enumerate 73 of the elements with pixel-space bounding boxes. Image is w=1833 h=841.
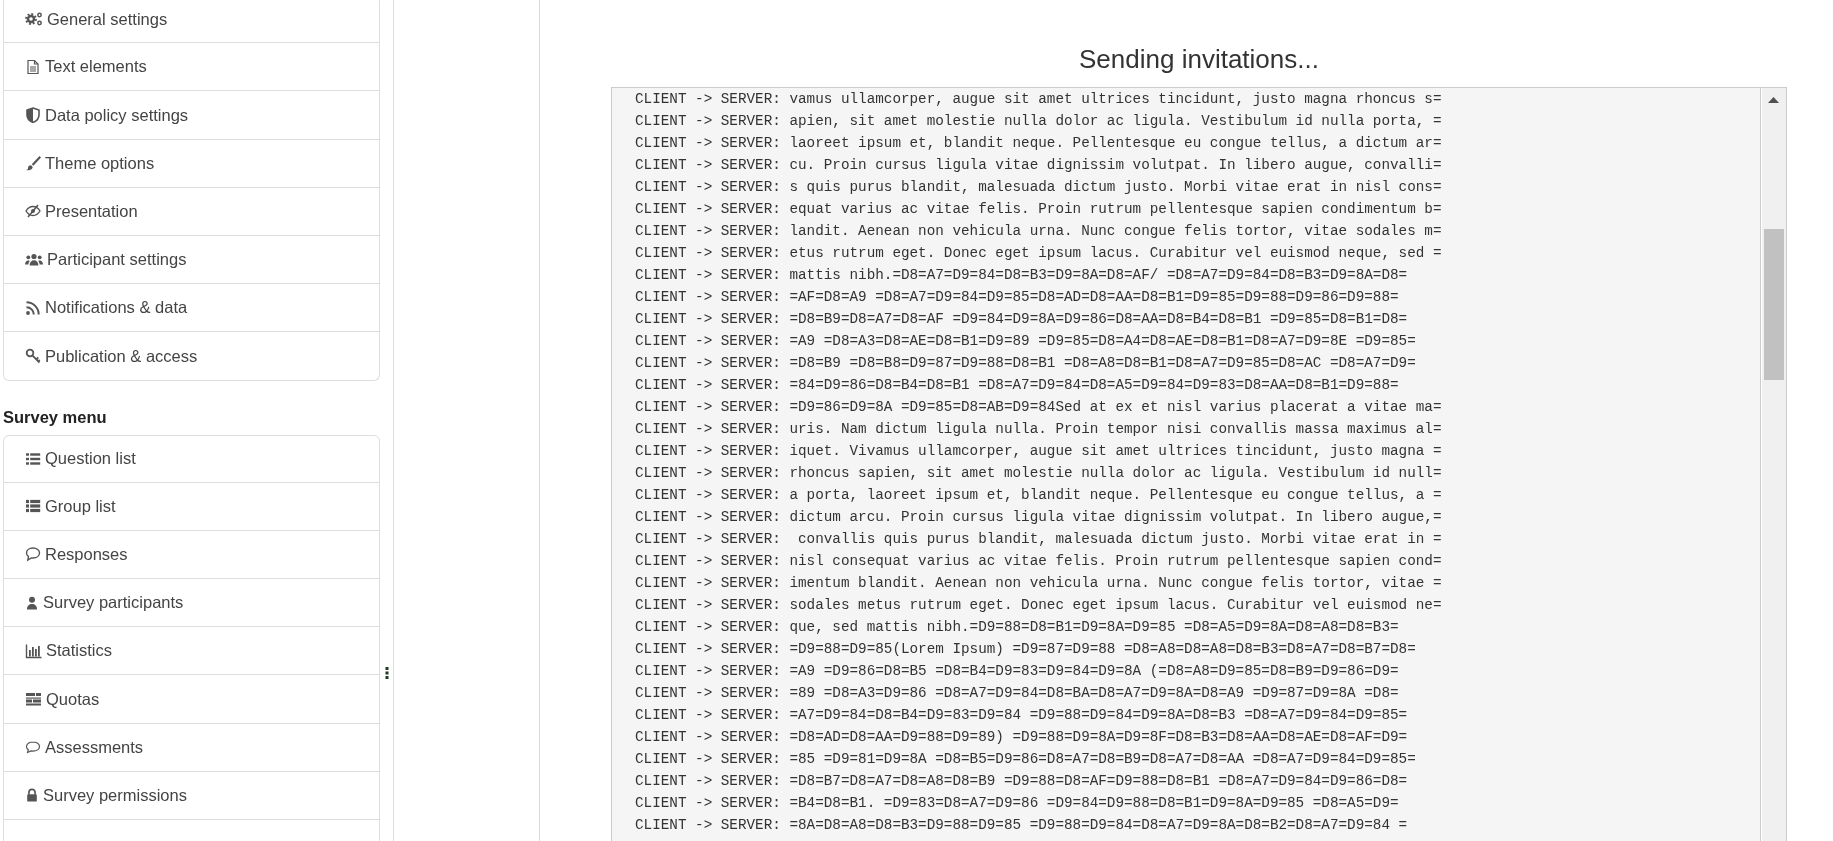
log-line: CLIENT -> SERVER: a porta, laoreet ipsum et, blandit neque. Pellentesque eu congue tellus, a = (635, 486, 1443, 505)
log-line: CLIENT -> SERVER: etus rutrum eget. Donec eget ipsum lacus. Curabitur vel euismod neque, sed = (635, 244, 1443, 263)
log-line: CLIENT -> SERVER: =D8=B7=D8=A7=D8=A8=D8=B9 =D9=88=D8=AF=D9=88=D8=B1 =D8=A7=D9=84=D9=86=D8= (635, 772, 1409, 791)
log-line: CLIENT -> SERVER: =B4=D8=B1. =D9=83=D8=A7=D9=86 =D9=84=D9=88=D8=B1=D9=8A=D9=85 =D8=A5=D9= (635, 794, 1400, 813)
log-line: CLIENT -> SERVER: =D8=AD=D8=AA=D9=88=D9=89) =D9=88=D9=8A=D9=8F=D8=B3=D8=AA=D8=AE=D8=AF=D9= (635, 728, 1409, 747)
sidebar-menu-item[interactable]: Statistics (3, 627, 380, 676)
brush-icon (25, 155, 41, 172)
log-line: CLIENT -> SERVER: rhoncus sapien, sit amet molestie nulla dolor ac ligula. Vestibulum id null= (635, 464, 1443, 483)
key-icon (25, 347, 41, 364)
log-line: CLIENT -> SERVER: nisl consequat varius ac vitae felis. Proin rutrum pellentesque sapien cond= (635, 552, 1443, 571)
sidebar-menu-item[interactable]: Quotas (3, 675, 380, 724)
sidebar-menu-item[interactable]: Notifications & data (3, 284, 380, 333)
sidebar-menu-item[interactable]: Survey participants (3, 579, 380, 628)
speech-bubble-icon (25, 546, 41, 563)
gears-icon (25, 11, 43, 28)
log-line: CLIENT -> SERVER: =84=D9=86=D8=B4=D8=B1 =D8=A7=D9=84=D8=A5=D9=84=D9=83=D8=AA=D8=B1=D9=88= (635, 376, 1400, 395)
page-title: Sending invitations... (1078, 44, 1320, 75)
log-line: CLIENT -> SERVER: apien, sit amet molestie nulla dolor ac ligula. Vestibulum id nulla porta, = (635, 112, 1443, 131)
log-line: CLIENT -> SERVER: =D9=88=D9=85(Lorem Ipsum) =D9=87=D9=88 =D8=A8=D8=A8=D8=B3=D8=A7=D8=B7=D8= (635, 640, 1417, 659)
log-line: CLIENT -> SERVER: que, sed mattis nibh.=D9=88=D8=B1=D9=8A=D9=85 =D8=A5=D9=8A=D8=A8=D8=B3= (635, 618, 1400, 637)
log-line: CLIENT -> SERVER: equat varius ac vitae felis. Proin rutrum pellentesque sapien condimentum b= (635, 200, 1443, 219)
document-icon (25, 58, 41, 75)
log-line: CLIENT -> SERVER: =85 =D9=81=D9=8A =D8=B5=D9=86=D8=A7=D8=B9=D8=A7=D8=AA =D8=A7=D9=84=D9=85= (635, 750, 1417, 769)
list-icon (25, 498, 41, 515)
log-line: CLIENT -> SERVER: sodales metus rutrum eget. Donec eget ipsum lacus. Curabitur vel euismod ne= (635, 596, 1443, 615)
log-line: CLIENT -> SERVER: =A7=D9=84=D8=B4=D9=83=D9=84 =D9=88=D9=84=D9=8A=D8=B3 =D8=A7=D9=84=D9=85= (635, 706, 1409, 725)
sidebar-menu-item[interactable]: Survey permissions (3, 771, 380, 820)
sidebar-menu-item[interactable]: Publication & access (3, 332, 380, 381)
scroll-up-icon[interactable] (1768, 97, 1779, 103)
lock-icon (25, 787, 39, 804)
log-line: CLIENT -> SERVER: =A9 =D8=A3=D8=AE=D8=B1=D9=89 =D9=85=D8=A4=D8=AE=D8=B1=D8=A7=D9=8E =D9=85= (635, 332, 1417, 351)
sidebar-menu-item[interactable]: Assessments (3, 723, 380, 772)
log-line: CLIENT -> SERVER: =AF=D8=A9 =D8=A7=D9=84=D9=85=D8=AD=D8=AA=D8=B1=D9=85=D9=88=D9=86=D9=88= (635, 288, 1400, 307)
log-line: CLIENT -> SERVER: =8A=D8=A8=D8=B3=D9=88=D9=85 =D9=88=D9=84=D8=A7=D9=8A=D8=B2=D8=A7=D9=84 = (635, 816, 1409, 835)
log-line: CLIENT -> SERVER: s quis purus blandit, malesuada dictum justo. Morbi vitae erat in nisl cons= (635, 178, 1443, 197)
eye-slash-icon (25, 203, 41, 220)
rss-icon (25, 299, 41, 316)
log-line: CLIENT -> SERVER: dictum arcu. Proin cursus ligula vitae dignissim volutpat. In libero augue,= (635, 508, 1443, 527)
log-line: CLIENT -> SERVER: =D8=B9 =D8=B8=D9=87=D9=88=D8=B1 =D8=A8=D8=B1=D8=A7=D9=85=D8=AC =D8=A7=D9= (635, 354, 1417, 373)
sidebar-menu-item[interactable]: Theme options (3, 139, 380, 188)
stacked-bars-icon (25, 691, 42, 708)
sidebar-menu-item[interactable] (3, 820, 380, 841)
log-line: CLIENT -> SERVER: uris. Nam dictum ligula nulla. Proin tempor nisi convallis massa maximus al= (635, 420, 1443, 439)
sidebar-menu-item[interactable]: Data policy settings (3, 91, 380, 140)
log-line: CLIENT -> SERVER: iquet. Vivamus ullamcorper, augue sit amet ultrices tincidunt, justo magna = (635, 442, 1443, 461)
resize-handle-icon[interactable] (384, 667, 389, 679)
scrollbar-thumb[interactable] (1763, 229, 1784, 380)
person-icon (25, 594, 39, 611)
sidebar-menu-item[interactable]: Text elements (3, 43, 380, 92)
sidebar-menu-item[interactable]: Group list (3, 482, 380, 531)
log-line: CLIENT -> SERVER: mattis nibh.=D8=A7=D9=84=D8=B3=D9=8A=D8=AF/ =D8=A7=D9=84=D8=B3=D9=8A=D8= (635, 266, 1409, 285)
log-line: CLIENT -> SERVER: vamus ullamcorper, augue sit amet ultrices tincidunt, justo magna rhoncus s= (635, 90, 1443, 109)
sidebar-menu-item[interactable]: Question list (3, 434, 380, 483)
sidebar-section-heading: Survey menu (3, 406, 108, 427)
sidebar-menu-item[interactable]: Presentation (3, 187, 380, 236)
log-line: CLIENT -> SERVER: =D8=B9=D8=A7=D8=AF =D9=84=D9=8A=D9=86=D8=AA=D8=B4=D8=B1 =D9=85=D8=B1=D8= (635, 310, 1409, 329)
log-line: CLIENT -> SERVER: laoreet ipsum et, blandit neque. Pellentesque eu congue tellus, a dictum ar= (635, 134, 1443, 153)
sidebar-menu-item[interactable]: General settings (3, 0, 380, 44)
speech-bubble-icon (25, 739, 41, 756)
sidebar-menu-item[interactable]: Participant settings (3, 235, 380, 285)
people-icon (25, 251, 43, 268)
log-line: CLIENT -> SERVER: imentum blandit. Aenean non vehicula urna. Nunc congue felis tortor, vitae = (635, 574, 1443, 593)
log-line: CLIENT -> SERVER: =D9=86=D9=8A =D9=85=D8=AB=D9=84Sed at ex et nisl varius placerat a vitae ma= (635, 398, 1443, 417)
bar-chart-icon (25, 642, 42, 659)
log-line: CLIENT -> SERVER: =89 =D8=A3=D9=86 =D8=A7=D9=84=D8=BA=D8=A7=D9=8A=D8=A9 =D9=87=D9=8A =D8= (635, 684, 1400, 703)
log-line: CLIENT -> SERVER: landit. Aenean non vehicula urna. Nunc congue felis tortor, vitae sodales m= (635, 222, 1443, 241)
log-line: CLIENT -> SERVER: cu. Proin cursus ligula vitae dignissim volutpat. In libero augue, convalli= (635, 156, 1443, 175)
scrollbar[interactable] (1760, 88, 1786, 841)
log-line: CLIENT -> SERVER: =A9 =D9=86=D8=B5 =D8=B4=D9=83=D9=84=D9=8A (=D8=A8=D9=85=D8=B9=D9=86=D9= (635, 662, 1400, 681)
sidebar-menu-item[interactable]: Responses (3, 530, 380, 580)
list-icon (25, 450, 41, 467)
shield-icon (25, 106, 41, 123)
log-line: CLIENT -> SERVER: convallis quis purus blandit, malesuada dictum justo. Morbi vitae erat in = (635, 530, 1443, 549)
